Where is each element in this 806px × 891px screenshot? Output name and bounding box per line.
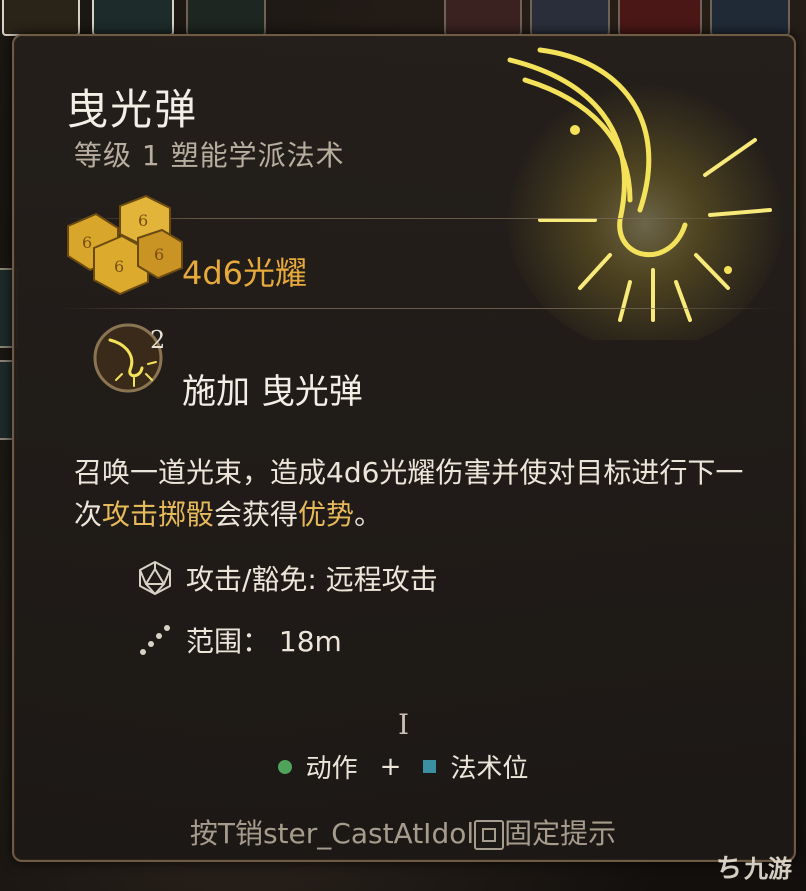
property-attack-save: 攻击/豁免: 远程攻击: [134, 558, 438, 598]
svg-text:6: 6: [114, 257, 124, 276]
hint-binding-text: T销ster_CastAtIdol: [217, 817, 475, 850]
cast-count-badge: 2: [150, 326, 166, 354]
action-dot-icon: [277, 759, 292, 774]
description-text: 会获得: [214, 498, 299, 531]
spell-slot-icon: [423, 760, 437, 773]
description-text: 。: [354, 498, 383, 531]
plus-sign: +: [379, 751, 402, 782]
range-icon: [134, 620, 176, 660]
spell-title: 曳光弹: [66, 85, 199, 134]
guiding-bolt-art-icon: [505, 47, 785, 340]
d20-icon: [134, 558, 176, 598]
svg-text:6: 6: [82, 233, 92, 252]
watermark-logo-icon: ち: [715, 854, 742, 884]
property-text: 范围： 18m: [186, 625, 342, 658]
hint-suffix: 固定提示: [504, 817, 617, 850]
spell-description: 召唤一道光束，造成4d6光耀伤害并使对目标进行下一次攻击掷骰会获得优势。: [74, 452, 754, 536]
pin-tooltip-hint: 按T销ster_CastAtIdol 固定提示: [0, 812, 806, 852]
keyword-advantage[interactable]: 优势: [298, 498, 354, 531]
property-range: 范围： 18m: [134, 620, 342, 660]
watermark-text: 九游: [744, 855, 792, 883]
watermark: ち九游: [716, 848, 792, 885]
dice-icon: 6 6 6 6: [67, 194, 183, 296]
spell-slot-label: 法术位: [450, 754, 529, 784]
hint-prefix: 按: [189, 817, 218, 850]
text-cursor-icon: I: [398, 708, 410, 741]
svg-text:6: 6: [154, 245, 164, 264]
keybind-icon: [474, 820, 505, 850]
divider: [60, 308, 780, 309]
cast-action-label: 施加 曳光弹: [182, 372, 363, 412]
keyword-attack-roll[interactable]: 攻击掷骰: [102, 498, 214, 531]
hotbar-slot[interactable]: [2, 0, 80, 36]
action-label: 动作: [305, 754, 358, 784]
svg-text:6: 6: [138, 211, 148, 230]
resource-cost: 动作 + 法术位: [0, 748, 806, 785]
hotbar-slot[interactable]: [186, 0, 266, 36]
damage-dice: 4d6光耀: [182, 254, 308, 292]
property-text: 攻击/豁免: 远程攻击: [186, 563, 438, 596]
hotbar-slot[interactable]: [92, 0, 174, 36]
spell-subtitle: 等级 1 塑能学派法术: [74, 139, 345, 172]
